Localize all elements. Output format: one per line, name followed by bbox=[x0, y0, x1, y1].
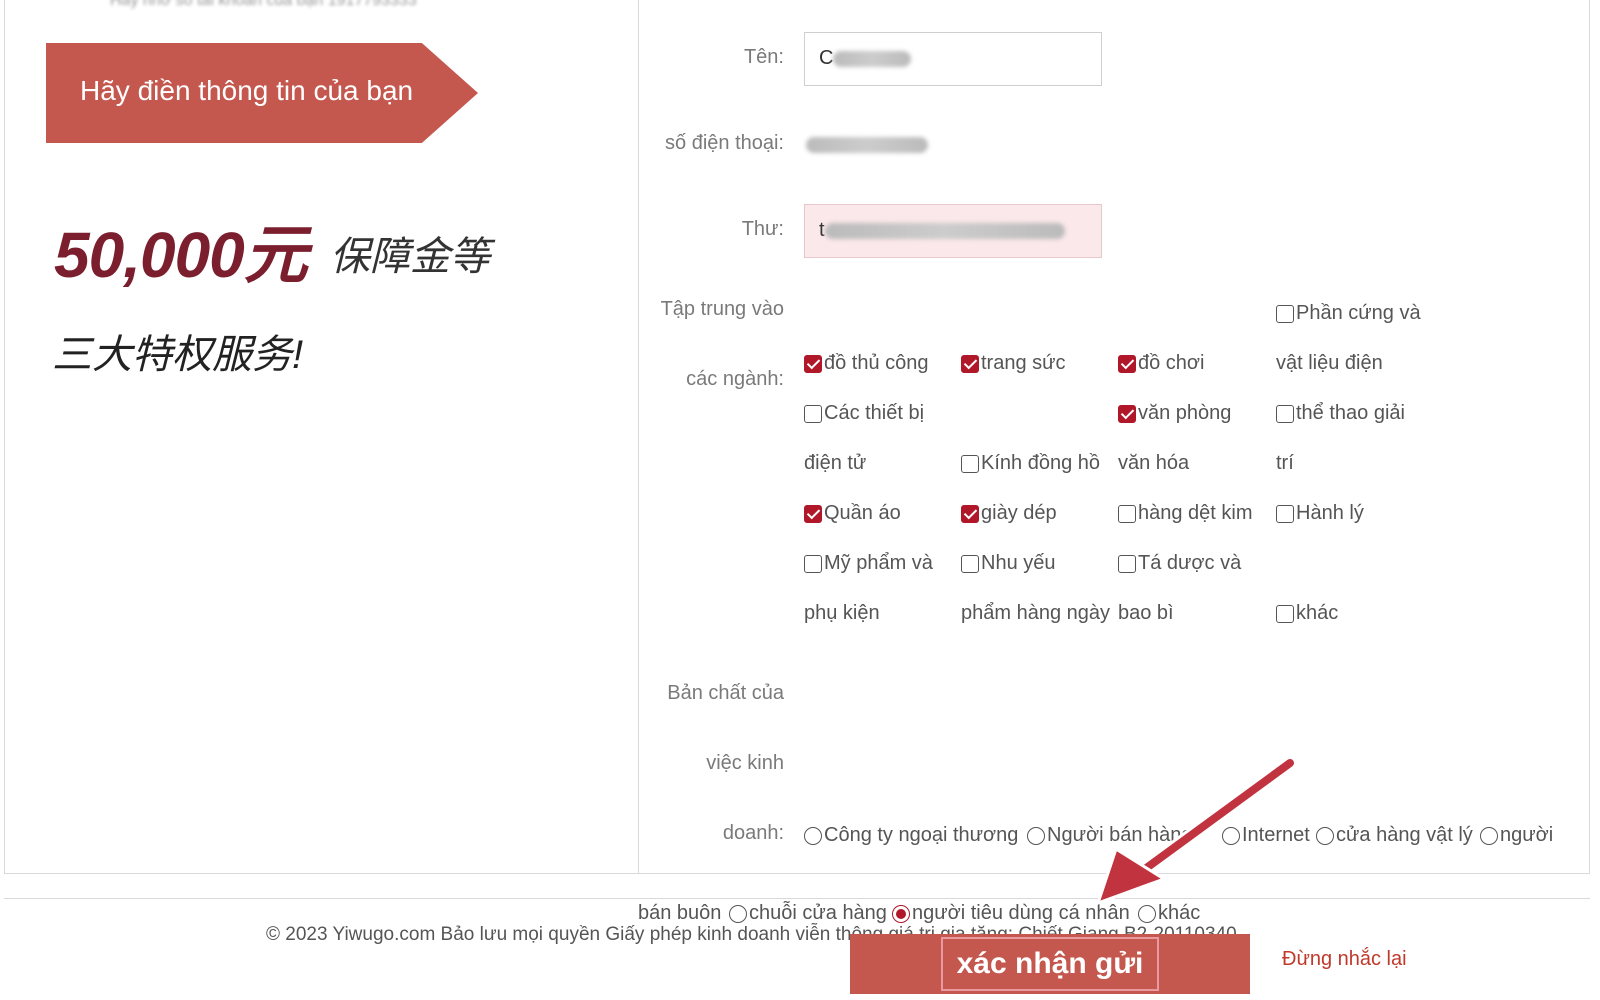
industry-clothing[interactable]: Quần áo bbox=[804, 502, 901, 525]
business-chain-store[interactable]: chuỗi cửa hàng bbox=[729, 902, 887, 925]
footer-divider bbox=[4, 898, 1590, 899]
industry-jewelry-checkbox[interactable] bbox=[961, 354, 979, 373]
industry-cosmetics-checkbox[interactable] bbox=[804, 554, 822, 573]
panel-divider bbox=[638, 0, 639, 874]
phone-label: số điện thoại: bbox=[665, 132, 784, 154]
industry-other[interactable]: khác bbox=[1276, 602, 1338, 625]
email-value: t bbox=[819, 219, 825, 241]
name-field[interactable]: C bbox=[804, 32, 1102, 86]
business-label-line3: doanh: bbox=[722, 822, 784, 844]
submit-label: xác nhận gửi bbox=[940, 937, 1160, 991]
business-label-line2: việc kinh bbox=[706, 752, 784, 774]
redacted-phone bbox=[806, 136, 928, 153]
industry-toys-checkbox[interactable] bbox=[1118, 354, 1136, 373]
industry-handicraft[interactable]: đồ thủ công bbox=[804, 352, 929, 375]
industry-luggage-checkbox[interactable] bbox=[1276, 504, 1294, 523]
business-wholesale[interactable]: người bbox=[1480, 824, 1553, 847]
account-hint: Hãy nhớ số tài khoản của bạn 1917793333 bbox=[110, 0, 417, 9]
business-physical-store[interactable]: cửa hàng vật lý bbox=[1316, 824, 1473, 847]
industry-sports-continuation: trí bbox=[1276, 452, 1294, 474]
business-foreign-trade[interactable]: Công ty ngoại thương bbox=[804, 824, 1018, 847]
industry-other-checkbox[interactable] bbox=[1276, 604, 1294, 623]
industry-daily-necessities[interactable]: Nhu yếu bbox=[961, 552, 1056, 575]
industry-eyewear-checkbox[interactable] bbox=[961, 454, 979, 473]
redacted-name bbox=[833, 50, 912, 67]
privileges-text: 三大特权服务! bbox=[52, 333, 304, 377]
industry-knitwear[interactable]: hàng dệt kim bbox=[1118, 502, 1253, 525]
industry-packaging[interactable]: Tá dược và bbox=[1118, 552, 1241, 575]
info-banner: Hãy điền thông tin của bạn bbox=[46, 43, 478, 143]
email-field[interactable]: t bbox=[804, 204, 1102, 258]
industry-office[interactable]: văn phòng bbox=[1118, 402, 1231, 425]
industry-hardware-checkbox[interactable] bbox=[1276, 304, 1294, 323]
industry-office-continuation: văn hóa bbox=[1118, 452, 1190, 474]
redacted-email bbox=[824, 222, 1065, 239]
business-physical-store-radio[interactable] bbox=[1316, 826, 1334, 845]
industry-electronics[interactable]: Các thiết bị bbox=[804, 402, 924, 425]
industry-hardware[interactable]: Phần cứng và bbox=[1276, 302, 1421, 325]
industry-sports-checkbox[interactable] bbox=[1276, 404, 1294, 423]
guarantee-amount: 50,000元 bbox=[54, 219, 308, 291]
industry-electronics-continuation: điện tử bbox=[804, 452, 867, 474]
business-chain-store-radio[interactable] bbox=[729, 904, 747, 923]
industry-shoes[interactable]: giày dép bbox=[961, 502, 1057, 525]
dont-remind-link[interactable]: Đừng nhắc lại bbox=[1282, 948, 1407, 971]
business-label-line1: Bản chất của bbox=[667, 682, 784, 704]
business-seller-radio[interactable] bbox=[1027, 826, 1045, 845]
industry-toys[interactable]: đồ chơi bbox=[1118, 352, 1204, 375]
industry-knitwear-checkbox[interactable] bbox=[1118, 504, 1136, 523]
industry-packaging-checkbox[interactable] bbox=[1118, 554, 1136, 573]
industry-daily-checkbox[interactable] bbox=[961, 554, 979, 573]
industry-cosmetics-continuation: phụ kiện bbox=[804, 602, 880, 624]
banner-text: Hãy điền thông tin của bạn bbox=[80, 75, 414, 106]
industry-electronics-checkbox[interactable] bbox=[804, 404, 822, 423]
industry-luggage[interactable]: Hành lý bbox=[1276, 502, 1364, 525]
focus-label-line2: các ngành: bbox=[686, 368, 784, 390]
email-label: Thư: bbox=[741, 218, 784, 240]
industry-sports[interactable]: thể thao giải bbox=[1276, 402, 1405, 425]
industry-hardware-continuation: vật liệu điện bbox=[1276, 352, 1383, 374]
industry-handicraft-checkbox[interactable] bbox=[804, 354, 822, 373]
submit-button[interactable]: xác nhận gửi bbox=[850, 934, 1250, 994]
pointer-arrow-icon bbox=[1095, 756, 1297, 906]
industry-clothing-checkbox[interactable] bbox=[804, 504, 822, 523]
industry-packaging-continuation: bao bì bbox=[1118, 602, 1174, 624]
name-label: Tên: bbox=[743, 46, 784, 68]
industry-office-checkbox[interactable] bbox=[1118, 404, 1136, 423]
phone-value bbox=[806, 136, 928, 154]
industry-shoes-checkbox[interactable] bbox=[961, 504, 979, 523]
industry-jewelry[interactable]: trang sức bbox=[961, 352, 1066, 375]
business-wholesale-continuation: bán buôn bbox=[638, 902, 722, 924]
guarantee-caption: 保障金等 bbox=[330, 235, 490, 279]
industry-daily-continuation: phẩm hàng ngày bbox=[961, 602, 1111, 624]
business-personal-consumer-radio[interactable] bbox=[892, 904, 910, 923]
industry-eyewear-watches[interactable]: Kính đồng hồ bbox=[961, 452, 1100, 475]
business-wholesale-radio[interactable] bbox=[1480, 826, 1498, 845]
industry-cosmetics[interactable]: Mỹ phẩm và bbox=[804, 552, 933, 575]
focus-label-line1: Tập trung vào bbox=[660, 298, 784, 320]
business-foreign-trade-radio[interactable] bbox=[804, 826, 822, 845]
name-value: C bbox=[819, 47, 834, 69]
